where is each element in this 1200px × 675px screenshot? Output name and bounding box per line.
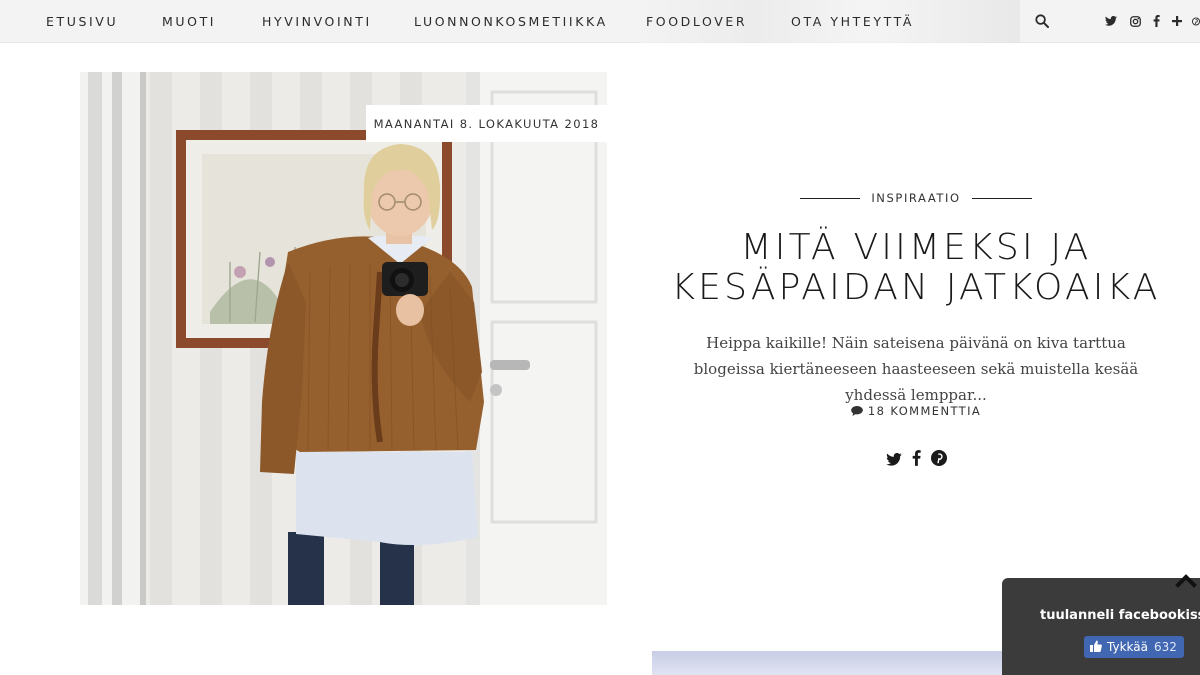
nav-item-ota-yhteytta[interactable]: OTA YHTEYTTÄ <box>791 14 914 29</box>
comments-link[interactable]: 18 KOMMENTTIA <box>800 404 1032 418</box>
facebook-like-count: 632 <box>1153 640 1177 654</box>
nav-item-foodlover[interactable]: FOODLOVER <box>646 14 747 29</box>
post-title-line-1: MITÄ VIIMEKSI JA <box>740 227 1092 268</box>
post-excerpt: Heippa kaikille! Näin sateisena päivänä … <box>693 334 1139 404</box>
facebook-like-label: Tykkää <box>1107 640 1148 654</box>
divider <box>800 197 860 199</box>
facebook-icon[interactable] <box>912 450 921 470</box>
chevron-up-icon[interactable] <box>1174 568 1198 592</box>
thumbs-up-icon <box>1090 640 1102 654</box>
facebook-icon[interactable] <box>1150 12 1162 30</box>
comment-icon <box>850 404 868 418</box>
pinterest-icon[interactable] <box>930 450 947 470</box>
post-featured-image[interactable] <box>80 72 607 605</box>
twitter-icon[interactable] <box>885 451 902 470</box>
top-navigation-bar: ETUSIVU MUOTI HYVINVOINTI LUONNONKOSMETI… <box>0 0 1200 43</box>
facebook-like-button[interactable]: Tykkää 632 <box>1084 636 1184 658</box>
comments-count: 18 KOMMENTTIA <box>867 404 982 418</box>
plus-icon[interactable] <box>1170 12 1184 30</box>
facebook-widget: tuulanneli facebookissa Tykkää 632 <box>1002 574 1200 675</box>
nav-item-etusivu[interactable]: ETUSIVU <box>46 14 118 29</box>
instagram-icon[interactable] <box>1128 12 1142 30</box>
nav-item-muoti[interactable]: MUOTI <box>162 14 216 29</box>
share-buttons <box>870 450 962 470</box>
twitter-icon[interactable] <box>1104 12 1118 30</box>
search-icon[interactable] <box>1034 12 1050 30</box>
nav-item-luonnonkosmetiikka[interactable]: LUONNONKOSMETIIKKA <box>414 14 608 29</box>
pinterest-icon[interactable] <box>1192 12 1200 30</box>
nav-item-hyvinvointi[interactable]: HYVINVOINTI <box>262 14 372 29</box>
post-category[interactable]: INSPIRAATIO <box>871 191 960 205</box>
divider <box>972 197 1032 199</box>
post-title[interactable]: MITÄ VIIMEKSI JA KESÄPAIDAN JATKOAIKA <box>660 228 1172 308</box>
facebook-widget-title: tuulanneli facebookissa <box>1040 608 1200 623</box>
next-post-image[interactable] <box>652 651 1012 675</box>
category-row: INSPIRAATIO <box>800 190 1032 206</box>
post-title-line-2: KESÄPAIDAN JATKOAIKA <box>671 267 1161 308</box>
post-date: MAANANTAI 8. LOKAKUUTA 2018 <box>366 105 607 142</box>
